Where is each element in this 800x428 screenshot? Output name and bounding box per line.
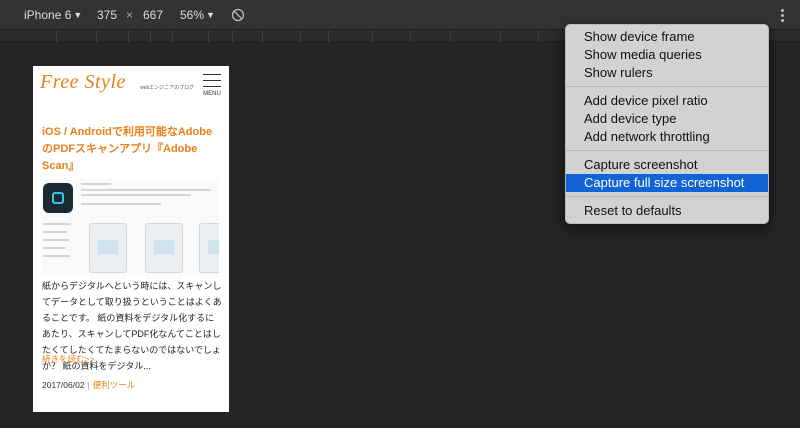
post-title-link[interactable]: iOS / Androidで利用可能なAdobeのPDFスキャンアプリ『Adob… (42, 124, 222, 175)
thumb-text-line (43, 231, 67, 233)
times-icon: × (126, 8, 134, 22)
thumb-screenshot (145, 223, 183, 273)
thumb-text-line (43, 223, 71, 225)
hamburger-icon-bar (203, 86, 221, 87)
menu-item-show-device-frame[interactable]: Show device frame (566, 28, 768, 46)
device-viewport: Free Style webエンジニアのブログ MENU iOS / Andro… (33, 66, 229, 412)
chevron-down-icon: ▼ (73, 10, 83, 20)
menu-item-add-device-pixel-ratio[interactable]: Add device pixel ratio (566, 92, 768, 110)
post-thumbnail[interactable] (41, 179, 219, 275)
zoom-select[interactable]: 56% ▼ (180, 8, 215, 23)
site-logo[interactable]: Free Style (40, 71, 126, 94)
adobe-scan-app-icon (43, 183, 73, 213)
menu-item-capture-full-size-screenshot[interactable]: Capture full size screenshot (566, 174, 768, 192)
hamburger-menu-button[interactable]: MENU (201, 72, 223, 98)
post-date: 2017/06/02 (42, 380, 85, 390)
thumb-text-line (43, 247, 65, 249)
post-meta: 2017/06/02 | 便利ツール (42, 379, 135, 391)
meta-separator: | (87, 380, 90, 390)
menu-item-reset-to-defaults[interactable]: Reset to defaults (566, 202, 768, 220)
thumb-text-line (81, 194, 191, 196)
thumb-text-line (43, 255, 70, 257)
menu-item-show-media-queries[interactable]: Show media queries (566, 46, 768, 64)
hamburger-icon (203, 74, 221, 75)
height-input[interactable]: 667 (143, 8, 163, 22)
chevron-down-icon: ▼ (206, 10, 215, 20)
menu-item-add-device-type[interactable]: Add device type (566, 110, 768, 128)
rotate-icon[interactable] (231, 8, 245, 22)
hamburger-icon-bar (203, 80, 221, 81)
device-options-menu: Show device frame Show media queries Sho… (565, 24, 769, 224)
menu-separator (566, 86, 768, 87)
device-select[interactable]: iPhone 6 ▼ (24, 8, 82, 23)
category-link[interactable]: 便利ツール (93, 380, 136, 390)
site-tagline: webエンジニアのブログ (140, 85, 195, 91)
zoom-select-label: 56% (180, 8, 205, 22)
more-options-icon[interactable] (779, 8, 785, 22)
menu-item-add-network-throttling[interactable]: Add network throttling (566, 128, 768, 146)
menu-item-show-rulers[interactable]: Show rulers (566, 64, 768, 82)
width-input[interactable]: 375 (97, 8, 117, 22)
menu-separator (566, 150, 768, 151)
thumb-text-line (81, 203, 161, 205)
menu-label: MENU (203, 91, 221, 97)
device-select-label: iPhone 6 (24, 8, 72, 22)
thumb-text-line (43, 239, 69, 241)
thumb-screenshot (89, 223, 127, 273)
site-header: Free Style webエンジニアのブログ MENU (33, 66, 229, 104)
menu-separator (566, 196, 768, 197)
thumb-text-line (81, 183, 111, 185)
thumb-screenshot (199, 223, 219, 273)
thumb-text-line (81, 189, 211, 191)
read-more-link[interactable]: 続きを読む>> (42, 353, 94, 365)
menu-item-capture-screenshot[interactable]: Capture screenshot (566, 156, 768, 174)
